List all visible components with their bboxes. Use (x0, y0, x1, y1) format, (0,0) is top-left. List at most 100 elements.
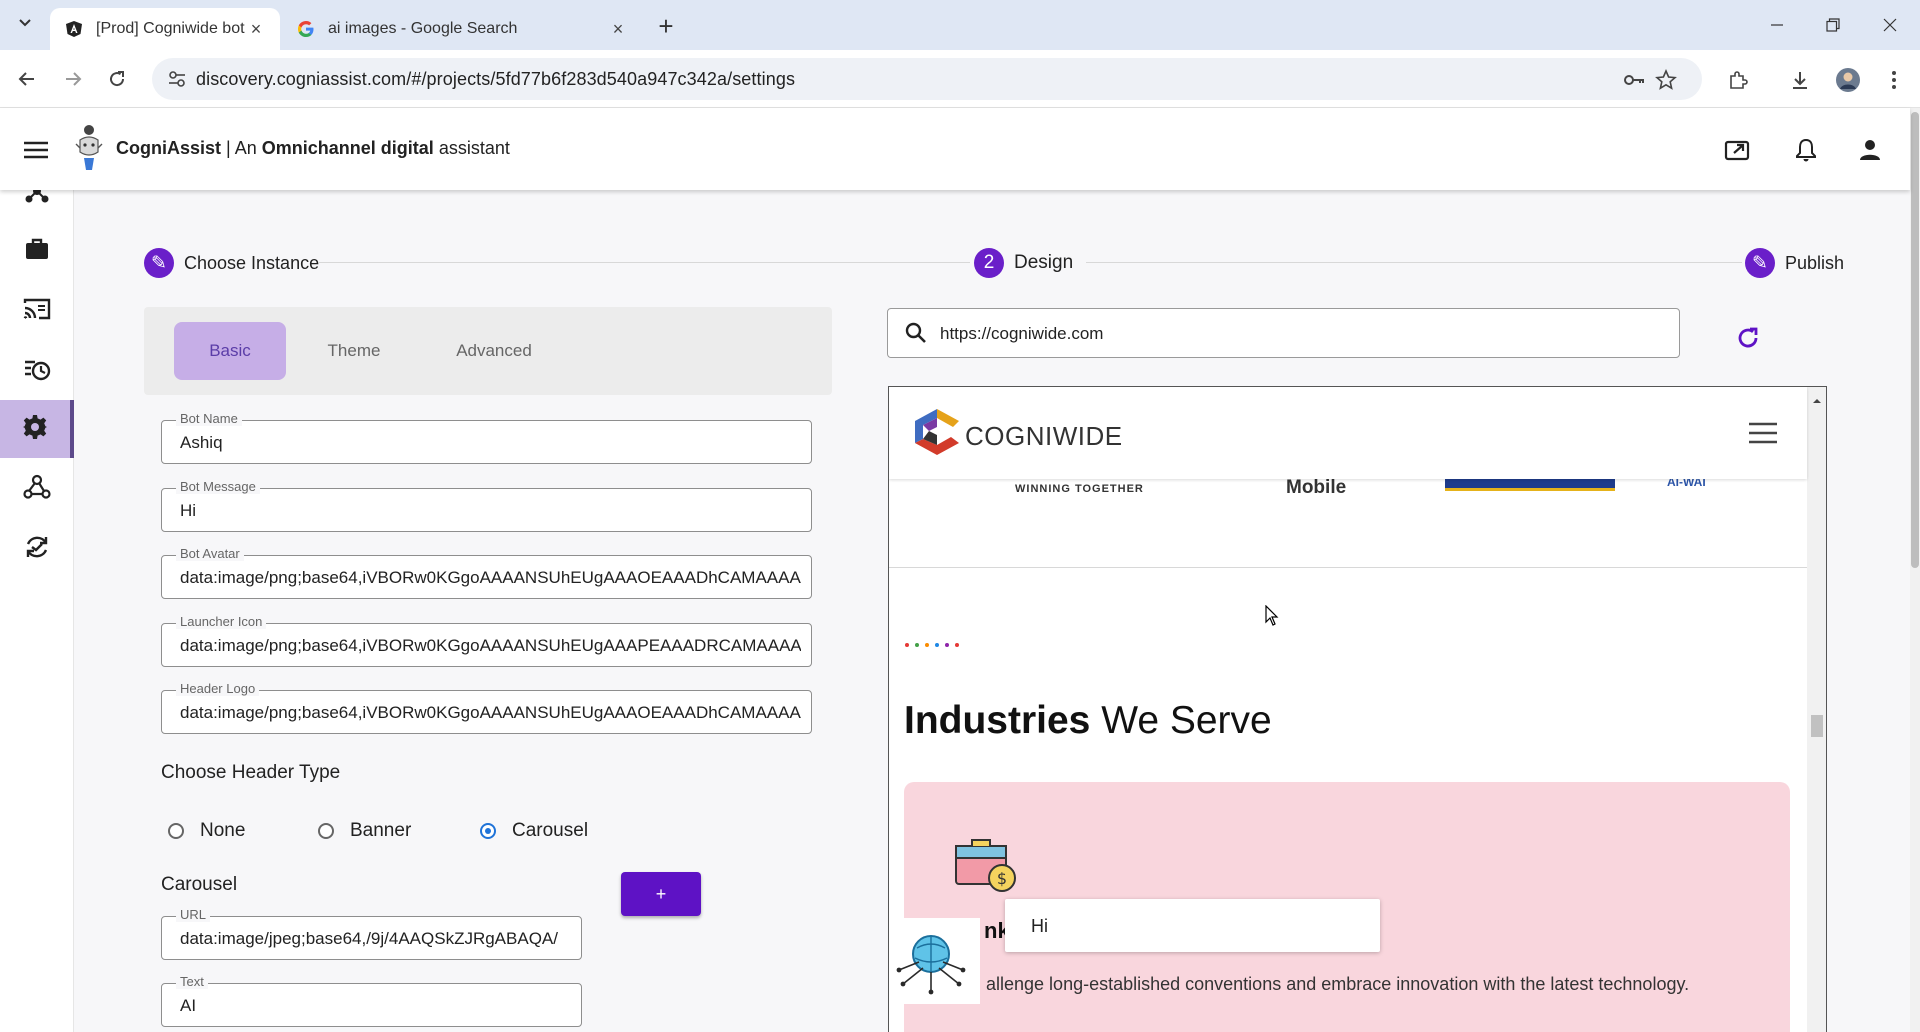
scroll-up-arrow-icon[interactable] (1811, 393, 1823, 403)
download-icon[interactable] (1786, 66, 1814, 94)
step-choose-instance[interactable]: ✎ Choose Instance (144, 248, 319, 278)
bookmark-star-icon[interactable] (1654, 68, 1678, 92)
carousel-text-field[interactable]: Text AI (161, 975, 582, 1027)
refresh-preview-icon[interactable] (1734, 324, 1762, 352)
field-value: Hi (180, 501, 197, 520)
tab-search-button[interactable] (10, 10, 40, 40)
bot-name-field[interactable]: Bot Name Ashiq (161, 412, 812, 464)
tab-theme[interactable]: Theme (298, 322, 410, 380)
reload-button[interactable] (102, 64, 132, 94)
step-design[interactable]: 2 Design (974, 248, 1073, 278)
field-value: Ashiq (180, 433, 223, 452)
google-g-icon (296, 19, 316, 39)
back-button[interactable] (12, 64, 42, 94)
hamburger-menu-icon[interactable] (20, 136, 52, 164)
svg-text:$: $ (997, 869, 1007, 888)
radio-none[interactable]: None (168, 820, 245, 842)
site-info-icon[interactable] (166, 68, 188, 90)
forward-button[interactable] (58, 64, 88, 94)
site-hamburger-icon[interactable] (1747, 421, 1779, 445)
add-carousel-item-button[interactable]: + (621, 872, 701, 916)
preview-scroll-thumb[interactable] (1811, 715, 1823, 737)
tab-basic[interactable]: Basic (174, 322, 286, 380)
preview-url-value: https://cogniwide.com (940, 324, 1104, 343)
step-edit-icon: ✎ (144, 248, 174, 278)
browser-toolbar: discovery.cogniassist.com/#/projects/5fd… (0, 50, 1920, 108)
field-label: Bot Avatar (176, 547, 244, 561)
carousel-url-field[interactable]: URL data:image/jpeg;base64,/9j/4AAQSkZJR… (161, 908, 582, 960)
sync-check-icon (24, 534, 50, 565)
open-preview-icon[interactable] (1722, 134, 1754, 166)
header-logo-field[interactable]: Header Logo data:image/png;base64,iVBORw… (161, 682, 812, 734)
bot-message-field[interactable]: Bot Message Hi (161, 480, 812, 532)
chatbot-avatar[interactable] (889, 918, 980, 1004)
radio-button[interactable] (168, 823, 184, 839)
client-logo-text: Mobile (1286, 479, 1347, 498)
client-logo-banner (1445, 479, 1615, 491)
launcher-icon-field[interactable]: Launcher Icon data:image/png;base64,iVBO… (161, 615, 812, 667)
browser-tab-active[interactable]: [Prod] Cogniwide bot × (50, 8, 280, 50)
client-logo-strip: WINNING TOGETHER Mobile AI-WAI (889, 479, 1807, 509)
heading-rest: We Serve (1101, 699, 1272, 742)
extensions-icon[interactable] (1724, 66, 1752, 94)
step-number: 2 (974, 248, 1004, 278)
rail-item-projects[interactable] (0, 222, 74, 280)
site-logo-text: COGNIWIDE (965, 421, 1123, 451)
more-menu-icon[interactable] (1880, 66, 1908, 94)
header-type-title: Choose Header Type (161, 762, 341, 783)
dot (935, 643, 939, 647)
account-icon[interactable] (1854, 134, 1886, 166)
industries-heading: Industries We Serve (904, 699, 1272, 743)
notifications-bell-icon[interactable] (1790, 134, 1822, 166)
step-edit-icon: ✎ (1745, 248, 1775, 278)
tab-title: ai images - Google Search (328, 20, 518, 37)
url-text: discovery.cogniassist.com/#/projects/5fd… (196, 69, 796, 89)
preview-url-input[interactable]: https://cogniwide.com (887, 308, 1680, 358)
rail-item-sync[interactable] (0, 520, 74, 578)
restore-button[interactable] (1818, 12, 1848, 38)
search-icon (904, 321, 928, 345)
page-scroll-thumb[interactable] (1911, 112, 1919, 568)
step-publish[interactable]: ✎ Publish (1745, 248, 1844, 278)
profile-avatar[interactable] (1834, 66, 1862, 94)
bot-avatar-field[interactable]: Bot Avatar data:image/png;base64,iVBORw0… (161, 547, 812, 599)
new-tab-button[interactable]: + (652, 11, 680, 41)
carousel-title: Carousel (161, 874, 238, 895)
briefcase-icon (24, 237, 50, 266)
field-label: Bot Name (176, 412, 242, 426)
field-label: Bot Message (176, 480, 260, 494)
close-window-button[interactable] (1875, 12, 1905, 38)
browser-tab[interactable]: ai images - Google Search × (282, 8, 642, 50)
app-header: CogniAssist | An Omnichannel digital ass… (0, 108, 1910, 190)
radio-button[interactable] (318, 823, 334, 839)
chevron-down-icon (18, 16, 32, 35)
cogniwide-logo-icon (913, 407, 961, 457)
cast-icon (23, 297, 51, 326)
close-icon[interactable]: × (608, 19, 628, 39)
tagline-bold: Omnichannel digital (261, 138, 434, 158)
step-label: Publish (1785, 252, 1845, 273)
dot (955, 643, 959, 647)
close-icon[interactable]: × (246, 19, 266, 39)
mouse-cursor-icon (1265, 604, 1279, 627)
step-label: Choose Instance (184, 252, 320, 273)
address-bar[interactable]: discovery.cogniassist.com/#/projects/5fd… (152, 58, 1702, 100)
field-value: data:image/png;base64,iVBORw0KGgoAAAANSU… (180, 636, 801, 655)
rail-item-history[interactable] (0, 342, 74, 400)
key-icon[interactable] (1622, 68, 1646, 92)
site-header: COGNIWIDE (889, 387, 1807, 479)
radio-banner[interactable]: Banner (318, 820, 411, 842)
radio-carousel[interactable]: Carousel (480, 820, 588, 842)
title-separator: | (226, 138, 231, 158)
field-value: AI (180, 996, 197, 1015)
rail-item-webhooks[interactable] (0, 460, 74, 518)
dot (905, 643, 909, 647)
radio-button-selected[interactable] (480, 823, 496, 839)
minimize-button[interactable] (1762, 12, 1792, 38)
tagline-prefix: An (234, 138, 257, 158)
rail-item-channels[interactable] (0, 282, 74, 340)
left-navigation-rail (0, 179, 74, 1032)
tab-advanced[interactable]: Advanced (424, 322, 564, 380)
preview-scrollbar[interactable] (1807, 387, 1826, 1032)
rail-item-settings[interactable] (0, 400, 74, 458)
